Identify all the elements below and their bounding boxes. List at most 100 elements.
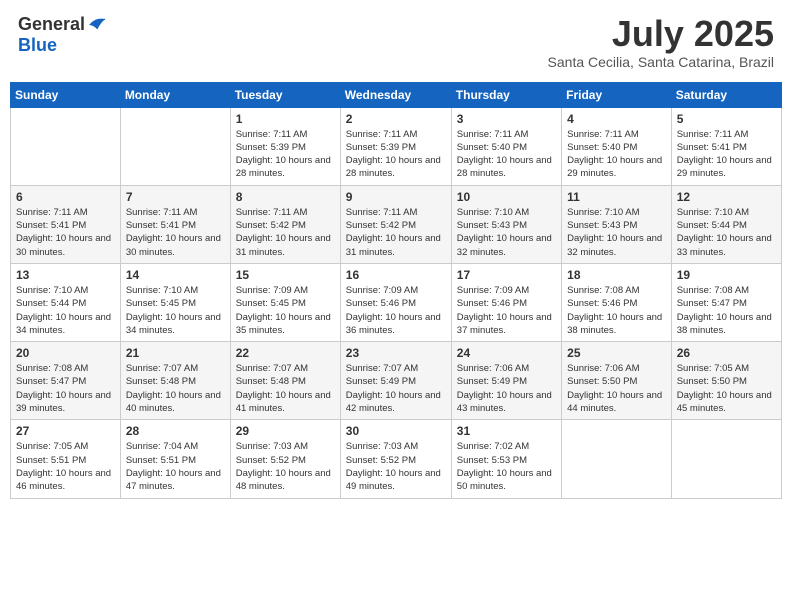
weekday-header-monday: Monday	[120, 82, 230, 107]
day-number: 3	[457, 112, 556, 126]
day-number: 2	[346, 112, 446, 126]
day-number: 28	[126, 424, 225, 438]
calendar-cell: 6 Sunrise: 7:11 AM Sunset: 5:41 PM Daylig…	[11, 185, 121, 263]
calendar-cell: 13Sunrise: 7:10 AM Sunset: 5:44 PM Dayli…	[11, 263, 121, 341]
day-number: 26	[677, 346, 776, 360]
calendar-cell: 18 Sunrise: 7:08 AM Sunset: 5:46 PM Dayli…	[562, 263, 672, 341]
location-subtitle: Santa Cecilia, Santa Catarina, Brazil	[548, 54, 774, 70]
calendar-cell: 27 Sunrise: 7:05 AM Sunset: 5:51 PM Dayli…	[11, 420, 121, 498]
calendar-cell: 11 Sunrise: 7:10 AM Sunset: 5:43 PM Dayli…	[562, 185, 672, 263]
weekday-header-friday: Friday	[562, 82, 672, 107]
calendar-cell: 2Sunrise: 7:11 AM Sunset: 5:39 PM Daylig…	[340, 107, 451, 185]
day-info: Sunrise: 7:11 AM Sunset: 5:41 PM Dayligh…	[16, 206, 115, 259]
calendar-cell: 1 Sunrise: 7:11 AM Sunset: 5:39 PM Daylig…	[230, 107, 340, 185]
calendar-cell: 21Sunrise: 7:07 AM Sunset: 5:48 PM Dayli…	[120, 342, 230, 420]
calendar-cell: 31 Sunrise: 7:02 AM Sunset: 5:53 PM Dayli…	[451, 420, 561, 498]
calendar-cell: 22 Sunrise: 7:07 AM Sunset: 5:48 PM Dayli…	[230, 342, 340, 420]
calendar-cell: 28 Sunrise: 7:04 AM Sunset: 5:51 PM Dayli…	[120, 420, 230, 498]
day-info: Sunrise: 7:10 AM Sunset: 5:43 PM Dayligh…	[567, 206, 666, 259]
day-number: 11	[567, 190, 666, 204]
day-info: Sunrise: 7:07 AM Sunset: 5:49 PM Dayligh…	[346, 362, 446, 415]
day-info: Sunrise: 7:09 AM Sunset: 5:46 PM Dayligh…	[346, 284, 446, 337]
day-number: 6	[16, 190, 115, 204]
day-info: Sunrise: 7:08 AM Sunset: 5:46 PM Dayligh…	[567, 284, 666, 337]
calendar-cell: 9Sunrise: 7:11 AM Sunset: 5:42 PM Daylig…	[340, 185, 451, 263]
day-info: Sunrise: 7:10 AM Sunset: 5:44 PM Dayligh…	[677, 206, 776, 259]
day-info: Sunrise: 7:11 AM Sunset: 5:42 PM Dayligh…	[346, 206, 446, 259]
calendar-week-row: 13Sunrise: 7:10 AM Sunset: 5:44 PM Dayli…	[11, 263, 782, 341]
calendar-cell: 17 Sunrise: 7:09 AM Sunset: 5:46 PM Dayli…	[451, 263, 561, 341]
calendar-cell: 3 Sunrise: 7:11 AM Sunset: 5:40 PM Daylig…	[451, 107, 561, 185]
day-number: 14	[126, 268, 225, 282]
calendar-cell: 5Sunrise: 7:11 AM Sunset: 5:41 PM Daylig…	[671, 107, 781, 185]
day-info: Sunrise: 7:11 AM Sunset: 5:41 PM Dayligh…	[677, 128, 776, 181]
day-info: Sunrise: 7:05 AM Sunset: 5:51 PM Dayligh…	[16, 440, 115, 493]
day-number: 30	[346, 424, 446, 438]
calendar-cell: 14 Sunrise: 7:10 AM Sunset: 5:45 PM Dayli…	[120, 263, 230, 341]
day-number: 12	[677, 190, 776, 204]
title-block: July 2025 Santa Cecilia, Santa Catarina,…	[548, 14, 774, 70]
day-info: Sunrise: 7:06 AM Sunset: 5:50 PM Dayligh…	[567, 362, 666, 415]
day-info: Sunrise: 7:03 AM Sunset: 5:52 PM Dayligh…	[346, 440, 446, 493]
calendar-cell: 15 Sunrise: 7:09 AM Sunset: 5:45 PM Dayli…	[230, 263, 340, 341]
day-info: Sunrise: 7:07 AM Sunset: 5:48 PM Dayligh…	[236, 362, 335, 415]
weekday-header-tuesday: Tuesday	[230, 82, 340, 107]
day-number: 27	[16, 424, 115, 438]
day-number: 29	[236, 424, 335, 438]
weekday-header-wednesday: Wednesday	[340, 82, 451, 107]
day-info: Sunrise: 7:11 AM Sunset: 5:40 PM Dayligh…	[457, 128, 556, 181]
calendar-cell	[120, 107, 230, 185]
calendar-week-row: 27 Sunrise: 7:05 AM Sunset: 5:51 PM Dayli…	[11, 420, 782, 498]
logo: General Blue	[18, 14, 107, 56]
day-info: Sunrise: 7:10 AM Sunset: 5:45 PM Dayligh…	[126, 284, 225, 337]
calendar-cell: 23 Sunrise: 7:07 AM Sunset: 5:49 PM Dayli…	[340, 342, 451, 420]
day-number: 24	[457, 346, 556, 360]
day-number: 7	[126, 190, 225, 204]
calendar-cell: 30 Sunrise: 7:03 AM Sunset: 5:52 PM Dayli…	[340, 420, 451, 498]
logo-general-text: General	[18, 14, 85, 35]
day-info: Sunrise: 7:08 AM Sunset: 5:47 PM Dayligh…	[16, 362, 115, 415]
day-number: 22	[236, 346, 335, 360]
day-info: Sunrise: 7:08 AM Sunset: 5:47 PM Dayligh…	[677, 284, 776, 337]
calendar-cell: 25 Sunrise: 7:06 AM Sunset: 5:50 PM Dayli…	[562, 342, 672, 420]
day-number: 20	[16, 346, 115, 360]
day-info: Sunrise: 7:10 AM Sunset: 5:44 PM Dayligh…	[16, 284, 115, 337]
day-number: 23	[346, 346, 446, 360]
day-number: 25	[567, 346, 666, 360]
calendar-table: SundayMondayTuesdayWednesdayThursdayFrid…	[10, 82, 782, 499]
calendar-cell: 8Sunrise: 7:11 AM Sunset: 5:42 PM Daylig…	[230, 185, 340, 263]
day-info: Sunrise: 7:04 AM Sunset: 5:51 PM Dayligh…	[126, 440, 225, 493]
day-info: Sunrise: 7:09 AM Sunset: 5:45 PM Dayligh…	[236, 284, 335, 337]
calendar-cell: 10Sunrise: 7:10 AM Sunset: 5:43 PM Dayli…	[451, 185, 561, 263]
day-info: Sunrise: 7:09 AM Sunset: 5:46 PM Dayligh…	[457, 284, 556, 337]
calendar-week-row: 20 Sunrise: 7:08 AM Sunset: 5:47 PM Dayli…	[11, 342, 782, 420]
weekday-header-thursday: Thursday	[451, 82, 561, 107]
calendar-cell: 24Sunrise: 7:06 AM Sunset: 5:49 PM Dayli…	[451, 342, 561, 420]
day-info: Sunrise: 7:10 AM Sunset: 5:43 PM Dayligh…	[457, 206, 556, 259]
calendar-cell	[562, 420, 672, 498]
logo-bird-icon	[87, 15, 107, 35]
calendar-cell: 19 Sunrise: 7:08 AM Sunset: 5:47 PM Dayli…	[671, 263, 781, 341]
day-number: 18	[567, 268, 666, 282]
calendar-cell: 20 Sunrise: 7:08 AM Sunset: 5:47 PM Dayli…	[11, 342, 121, 420]
calendar-cell: 26 Sunrise: 7:05 AM Sunset: 5:50 PM Dayli…	[671, 342, 781, 420]
day-number: 17	[457, 268, 556, 282]
day-info: Sunrise: 7:07 AM Sunset: 5:48 PM Dayligh…	[126, 362, 225, 415]
day-number: 31	[457, 424, 556, 438]
page-header: General Blue July 2025 Santa Cecilia, Sa…	[10, 10, 782, 74]
day-number: 15	[236, 268, 335, 282]
day-info: Sunrise: 7:02 AM Sunset: 5:53 PM Dayligh…	[457, 440, 556, 493]
day-info: Sunrise: 7:11 AM Sunset: 5:40 PM Dayligh…	[567, 128, 666, 181]
day-info: Sunrise: 7:11 AM Sunset: 5:42 PM Dayligh…	[236, 206, 335, 259]
day-info: Sunrise: 7:11 AM Sunset: 5:39 PM Dayligh…	[236, 128, 335, 181]
day-number: 1	[236, 112, 335, 126]
day-number: 19	[677, 268, 776, 282]
calendar-week-row: 1 Sunrise: 7:11 AM Sunset: 5:39 PM Daylig…	[11, 107, 782, 185]
calendar-header-row: SundayMondayTuesdayWednesdayThursdayFrid…	[11, 82, 782, 107]
day-info: Sunrise: 7:05 AM Sunset: 5:50 PM Dayligh…	[677, 362, 776, 415]
day-number: 16	[346, 268, 446, 282]
calendar-cell: 12 Sunrise: 7:10 AM Sunset: 5:44 PM Dayli…	[671, 185, 781, 263]
calendar-cell: 4Sunrise: 7:11 AM Sunset: 5:40 PM Daylig…	[562, 107, 672, 185]
weekday-header-sunday: Sunday	[11, 82, 121, 107]
weekday-header-saturday: Saturday	[671, 82, 781, 107]
